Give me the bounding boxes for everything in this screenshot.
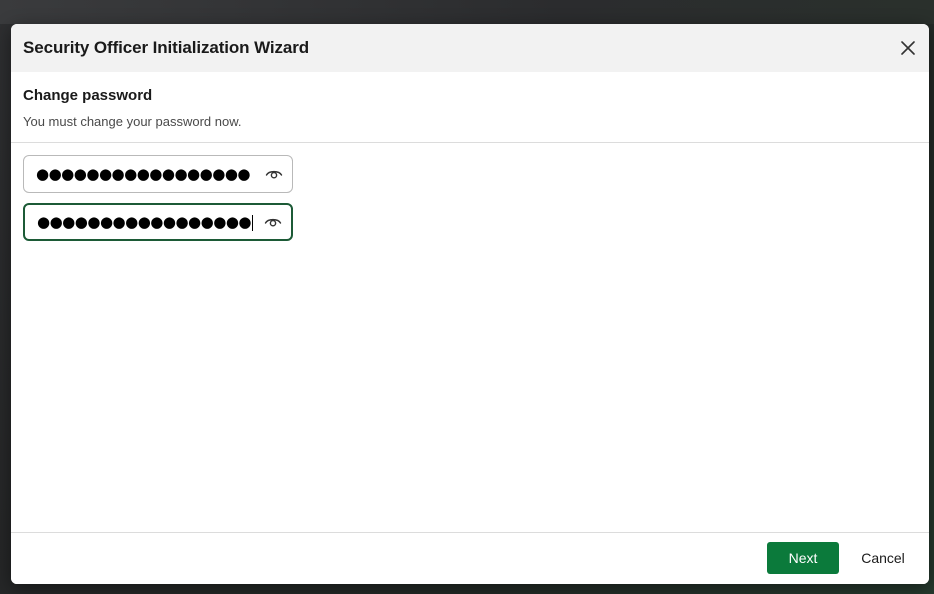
new-password-value: ●●●●●●●●●●●●●●●●● — [36, 165, 251, 183]
cancel-button[interactable]: Cancel — [853, 542, 913, 574]
confirm-password-dots: ●●●●●●●●●●●●●●●●● — [37, 213, 252, 231]
eye-icon — [264, 218, 282, 227]
show-new-password-button[interactable] — [264, 164, 284, 184]
close-icon — [901, 41, 915, 55]
wizard-dialog: Security Officer Initialization Wizard C… — [11, 24, 929, 584]
eye-icon — [265, 170, 283, 179]
step-subtitle: You must change your password now. — [23, 114, 242, 129]
step-title: Change password — [23, 87, 153, 104]
new-password-field[interactable]: ●●●●●●●●●●●●●●●●● — [23, 155, 293, 193]
desktop-backdrop — [0, 0, 934, 24]
step-header: Change password You must change your pas… — [11, 72, 929, 143]
close-button[interactable] — [897, 37, 919, 59]
show-confirm-password-button[interactable] — [263, 212, 283, 232]
dialog-header: Security Officer Initialization Wizard — [11, 24, 929, 72]
text-caret — [252, 214, 254, 231]
confirm-password-value: ●●●●●●●●●●●●●●●●● — [37, 213, 254, 231]
confirm-password-field[interactable]: ●●●●●●●●●●●●●●●●● — [23, 203, 293, 241]
dialog-footer: Next Cancel — [11, 532, 929, 584]
next-button[interactable]: Next — [767, 542, 839, 574]
dialog-title: Security Officer Initialization Wizard — [23, 38, 310, 57]
